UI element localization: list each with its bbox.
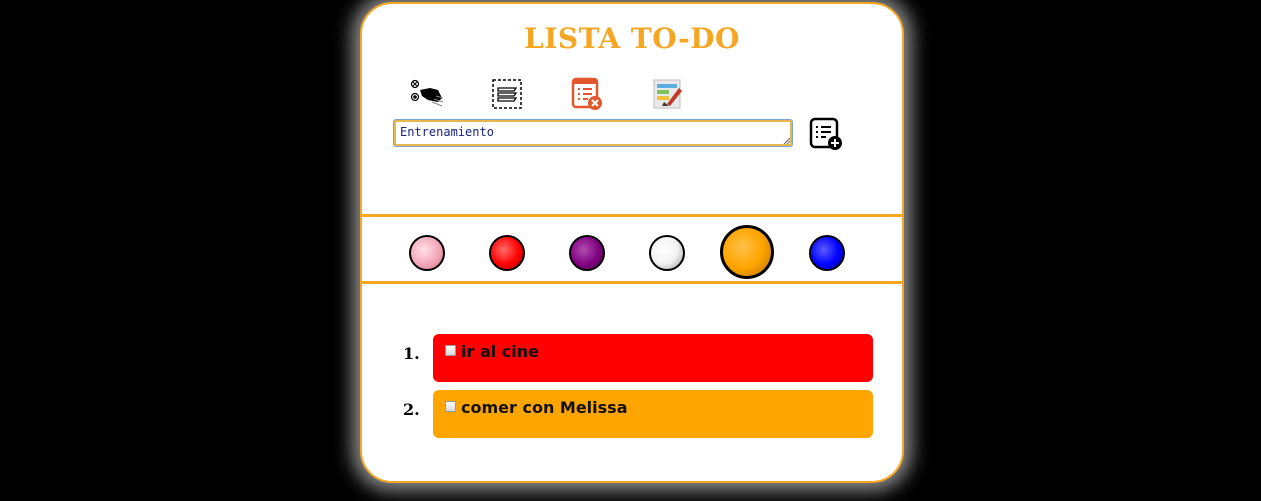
task-checkbox[interactable] <box>445 345 456 356</box>
color-swatch-blue[interactable] <box>809 235 845 271</box>
task-input[interactable] <box>393 119 793 147</box>
task-text: comer con Melissa <box>461 398 628 417</box>
todo-card: LISTA TO-DO Entrenamiento 1. ir al cine … <box>360 2 904 483</box>
divider-top <box>362 214 902 217</box>
select-all-icon[interactable] <box>489 76 525 112</box>
color-swatch-pink[interactable] <box>409 235 445 271</box>
task-number: 1. <box>403 344 420 363</box>
check-hand-icon[interactable] <box>408 76 444 112</box>
edit-list-icon[interactable] <box>649 76 685 112</box>
delete-list-icon[interactable] <box>569 76 605 112</box>
color-swatch-red[interactable] <box>489 235 525 271</box>
add-task-icon <box>809 117 842 150</box>
color-swatch-purple[interactable] <box>569 235 605 271</box>
resize-grip-icon[interactable] <box>782 136 790 144</box>
color-palette <box>362 218 902 284</box>
task-item: 1. ir al cine <box>403 334 873 382</box>
page-title: LISTA TO-DO <box>524 22 740 55</box>
color-swatch-orange-selected[interactable] <box>720 225 774 279</box>
task-item: 2. comer con Melissa <box>403 390 873 438</box>
color-swatch-white[interactable] <box>649 235 685 271</box>
task-text: ir al cine <box>461 342 540 361</box>
divider-bottom <box>362 281 902 284</box>
add-task-button[interactable] <box>808 116 844 152</box>
task-number: 2. <box>403 400 420 419</box>
task-checkbox[interactable] <box>445 401 456 412</box>
